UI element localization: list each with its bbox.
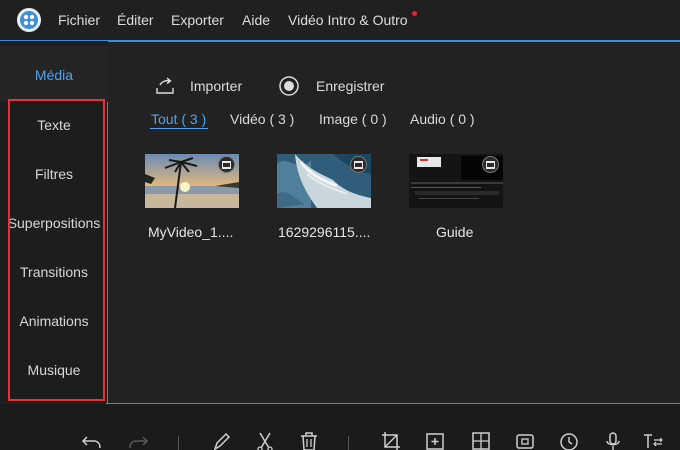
scissors-icon[interactable]	[254, 430, 276, 450]
panel-border	[106, 403, 680, 404]
menu-aide[interactable]: Aide	[242, 12, 270, 28]
add-frame-icon[interactable]	[424, 430, 446, 450]
video-type-icon	[350, 156, 367, 173]
menubar: Fichier Éditer Exporter Aide Vidéo Intro…	[0, 0, 680, 41]
highlight-box	[8, 99, 105, 401]
import-button[interactable]: Importer	[154, 75, 242, 97]
filter-active-underline	[150, 128, 208, 129]
media-item-label: 1629296115....	[278, 224, 371, 240]
sidebar-divider	[107, 102, 108, 403]
microphone-icon[interactable]	[602, 430, 624, 450]
video-type-icon	[218, 156, 235, 173]
menu-fichier[interactable]: Fichier	[58, 12, 100, 28]
import-icon	[156, 77, 174, 94]
media-thumbnail[interactable]	[145, 154, 239, 208]
filter-tab-audio[interactable]: Audio ( 0 )	[410, 111, 475, 127]
trash-icon[interactable]	[298, 430, 320, 450]
record-label: Enregistrer	[316, 78, 385, 94]
sidebar-item-media-label[interactable]: Média	[0, 67, 108, 83]
menu-editer[interactable]: Éditer	[117, 12, 154, 28]
record-icon	[279, 76, 299, 96]
menu-exporter[interactable]: Exporter	[171, 12, 224, 28]
filter-tab-image[interactable]: Image ( 0 )	[319, 111, 387, 127]
grid-icon[interactable]	[470, 430, 492, 450]
app-logo-icon[interactable]	[16, 7, 42, 33]
import-label: Importer	[190, 78, 243, 94]
filter-tab-all[interactable]: Tout ( 3 )	[151, 111, 206, 127]
crop-icon[interactable]	[380, 430, 402, 450]
text-adjust-icon[interactable]	[642, 430, 664, 450]
record-button[interactable]: Enregistrer	[278, 75, 384, 97]
notification-dot	[412, 11, 417, 16]
media-item-label: MyVideo_1....	[148, 224, 234, 240]
redo-icon[interactable]	[128, 430, 150, 450]
toolbar-separator	[348, 436, 349, 450]
media-item-label: Guide	[436, 224, 474, 240]
video-type-icon	[482, 156, 499, 173]
filter-tab-video[interactable]: Vidéo ( 3 )	[230, 111, 294, 127]
media-thumbnail[interactable]	[409, 154, 503, 208]
toolbar-separator	[178, 436, 179, 450]
pencil-icon[interactable]	[210, 430, 232, 450]
menu-video-intro-outro[interactable]: Vidéo Intro & Outro	[288, 12, 408, 28]
freeze-frame-icon[interactable]	[514, 430, 536, 450]
clock-icon[interactable]	[558, 430, 580, 450]
media-thumbnail[interactable]	[277, 154, 371, 208]
undo-icon[interactable]	[80, 430, 102, 450]
app-window: Fichier Éditer Exporter Aide Vidéo Intro…	[0, 0, 680, 450]
